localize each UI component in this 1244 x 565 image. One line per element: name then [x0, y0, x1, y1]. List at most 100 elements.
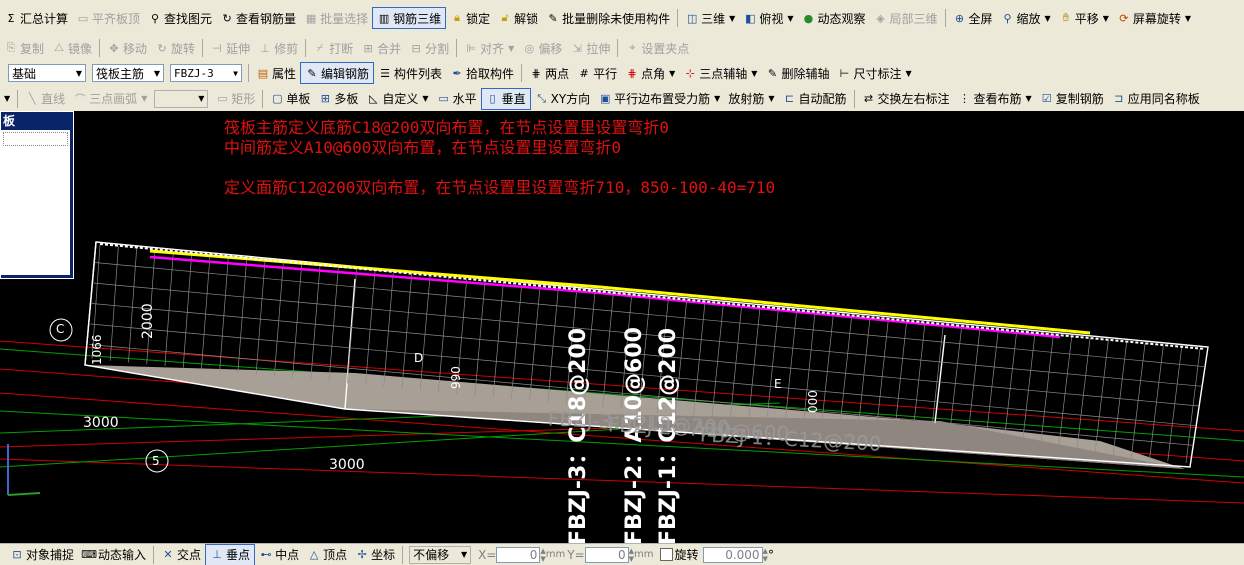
- properties-button[interactable]: ▤属性: [252, 62, 300, 84]
- component-name-select[interactable]: FBZJ-3▼: [170, 64, 242, 82]
- component-panel[interactable]: 板: [0, 111, 74, 279]
- auto-rebar-button[interactable]: ⊏自动配筋: [779, 88, 851, 110]
- main-toolbar: Σ汇总计算 ▭平齐板顶 ⚲查找图元 ↻查看钢筋量 ▦批量选择 ▥钢筋三维 🔒︎锁…: [0, 0, 1244, 37]
- drawing-canvas[interactable]: C 5 D E 3000 3000 2000 1066 000 990 FBZJ…: [0, 111, 1244, 543]
- lock-button[interactable]: 🔒︎锁定: [446, 7, 494, 29]
- object-snap-button[interactable]: ⊡对象捕捉: [6, 544, 78, 565]
- mirror-button[interactable]: ⧍镜像: [48, 37, 96, 59]
- pick-component-button[interactable]: ✒拾取构件: [446, 62, 518, 84]
- line-icon: ╲: [25, 92, 39, 106]
- point-angle-button[interactable]: ⋕点角▼: [621, 62, 679, 84]
- component-type-select[interactable]: 筏板主筋▼: [92, 64, 164, 82]
- merge-button[interactable]: ⊞合并: [357, 37, 405, 59]
- three-point-arc-button[interactable]: ⌒三点画弧▼: [69, 88, 151, 110]
- x-input[interactable]: 0: [496, 547, 540, 563]
- toolbar-separator: [521, 64, 522, 82]
- xy-direction-button[interactable]: ⤡XY方向: [531, 88, 595, 110]
- swap-labels-button[interactable]: ⇄交换左右标注: [858, 88, 954, 110]
- dimension-label: 990: [449, 366, 463, 389]
- horizontal-button[interactable]: ▭水平: [433, 88, 481, 110]
- screen-rotate-button[interactable]: ⟳屏幕旋转▼: [1113, 7, 1195, 29]
- zoom-button[interactable]: ⚲缩放▼: [997, 7, 1055, 29]
- unlock-button[interactable]: 🔓︎解锁: [494, 7, 542, 29]
- chevron-down-icon: ▼: [1103, 14, 1109, 23]
- rectangle-button[interactable]: ▭矩形: [211, 88, 259, 110]
- perpendicular-snap-button[interactable]: ⊥垂点: [205, 544, 255, 565]
- apply-same-name-button[interactable]: ⊐应用同名称板: [1108, 88, 1204, 110]
- chevron-down-icon: ▼: [154, 69, 160, 78]
- coordinate-snap-button[interactable]: ✢坐标: [351, 544, 399, 565]
- snap-icon: ⊡: [10, 548, 24, 562]
- y-unit: mm: [634, 549, 653, 560]
- parallel-edge-rebar-button[interactable]: ▣平行边布置受力筋▼: [594, 88, 724, 110]
- toolbar-separator: [617, 39, 618, 57]
- copy-button[interactable]: ⎘复制: [0, 37, 48, 59]
- rotate-input[interactable]: 0.000: [703, 547, 763, 563]
- grip-icon: ⌖: [625, 41, 639, 55]
- chevron-down-icon[interactable]: ▼: [4, 94, 10, 103]
- intersection-snap-button[interactable]: ✕交点: [157, 544, 205, 565]
- panel-list-item[interactable]: [3, 132, 68, 146]
- offset-mode-select[interactable]: 不偏移▼: [409, 546, 471, 564]
- batch-select-button[interactable]: ▦批量选择: [300, 7, 372, 29]
- vertex-snap-button[interactable]: △顶点: [303, 544, 351, 565]
- single-slab-icon: ▢: [270, 92, 284, 106]
- dynamic-input-button[interactable]: ⌨动态输入: [78, 544, 150, 565]
- component-list-button[interactable]: ☰构件列表: [374, 62, 446, 84]
- unlock-icon: 🔓︎: [498, 11, 512, 25]
- chevron-down-icon: ▼: [751, 69, 757, 78]
- coordinate-gizmo: [8, 444, 40, 495]
- fullscreen-button[interactable]: ⊕全屏: [949, 7, 997, 29]
- custom-button[interactable]: ◺自定义▼: [362, 88, 432, 110]
- copy-rebar-button[interactable]: ☑复制钢筋: [1036, 88, 1108, 110]
- edit-rebar-button[interactable]: ✎编辑钢筋: [300, 62, 374, 84]
- three-point-axis-icon: ⊹: [683, 66, 697, 80]
- view-rebar-qty-button[interactable]: ↻查看钢筋量: [216, 7, 300, 29]
- y-input[interactable]: 0: [585, 547, 629, 563]
- perpendicular-icon: ⊥: [210, 548, 224, 562]
- top-view-button[interactable]: ◧俯视▼: [739, 7, 797, 29]
- rotate-checkbox[interactable]: [660, 548, 673, 561]
- split-button[interactable]: ⊟分割: [405, 37, 453, 59]
- dimension-button[interactable]: ⊢尺寸标注▼: [833, 62, 915, 84]
- single-slab-button[interactable]: ▢单板: [266, 88, 314, 110]
- break-button[interactable]: ⌿打断: [309, 37, 357, 59]
- rebar-3d-button[interactable]: ▥钢筋三维: [372, 7, 446, 29]
- three-point-axis-button[interactable]: ⊹三点辅轴▼: [679, 62, 761, 84]
- parallel-button[interactable]: #平行: [573, 62, 621, 84]
- delete-axis-button[interactable]: ✎删除辅轴: [761, 62, 833, 84]
- midpoint-snap-button[interactable]: ⊷中点: [255, 544, 303, 565]
- batch-delete-unused-button[interactable]: ✎批量删除未使用构件: [542, 7, 674, 29]
- layer-select[interactable]: 基础▼: [8, 64, 86, 82]
- intersection-icon: ✕: [161, 548, 175, 562]
- horizontal-icon: ▭: [437, 92, 451, 106]
- local-3d-icon: ◈: [874, 11, 888, 25]
- trim-button[interactable]: ⊥修剪: [254, 37, 302, 59]
- local-3d-button[interactable]: ◈局部三维: [870, 7, 942, 29]
- split-icon: ⊟: [409, 41, 423, 55]
- stretch-button[interactable]: ⇲拉伸: [566, 37, 614, 59]
- align-button[interactable]: ⊫对齐▼: [460, 37, 518, 59]
- rebar-label-fbzj3: FBZJ-3：C18@200: [560, 328, 592, 543]
- extend-button[interactable]: ⊣延伸: [206, 37, 254, 59]
- rotate-button[interactable]: ↻旋转: [151, 37, 199, 59]
- two-point-button[interactable]: ⋕两点: [525, 62, 573, 84]
- move-button[interactable]: ✥移动: [103, 37, 151, 59]
- view-rebar-layout-button[interactable]: ⋮查看布筋▼: [954, 88, 1036, 110]
- pan-button[interactable]: ✋︎平移▼: [1055, 7, 1113, 29]
- arc-option-select[interactable]: ▼: [154, 90, 208, 108]
- line-button[interactable]: ╲直线: [21, 88, 69, 110]
- set-grip-button[interactable]: ⌖设置夹点: [621, 37, 693, 59]
- orbit-button[interactable]: ●动态观察: [797, 7, 869, 29]
- align-slab-top-button[interactable]: ▭平齐板顶: [72, 7, 144, 29]
- vertical-button[interactable]: ▯垂直: [481, 88, 531, 110]
- multi-slab-button[interactable]: ⊞多板: [314, 88, 362, 110]
- rotate-icon: ↻: [155, 41, 169, 55]
- offset-button[interactable]: ◎偏移: [518, 37, 566, 59]
- chevron-down-icon: ▼: [422, 94, 428, 103]
- toolbar-separator: [17, 90, 18, 108]
- 3d-view-button[interactable]: ◫三维▼: [681, 7, 739, 29]
- radial-rebar-button[interactable]: 放射筋▼: [724, 88, 778, 110]
- sum-calc-button[interactable]: Σ汇总计算: [0, 7, 72, 29]
- find-element-button[interactable]: ⚲查找图元: [144, 7, 216, 29]
